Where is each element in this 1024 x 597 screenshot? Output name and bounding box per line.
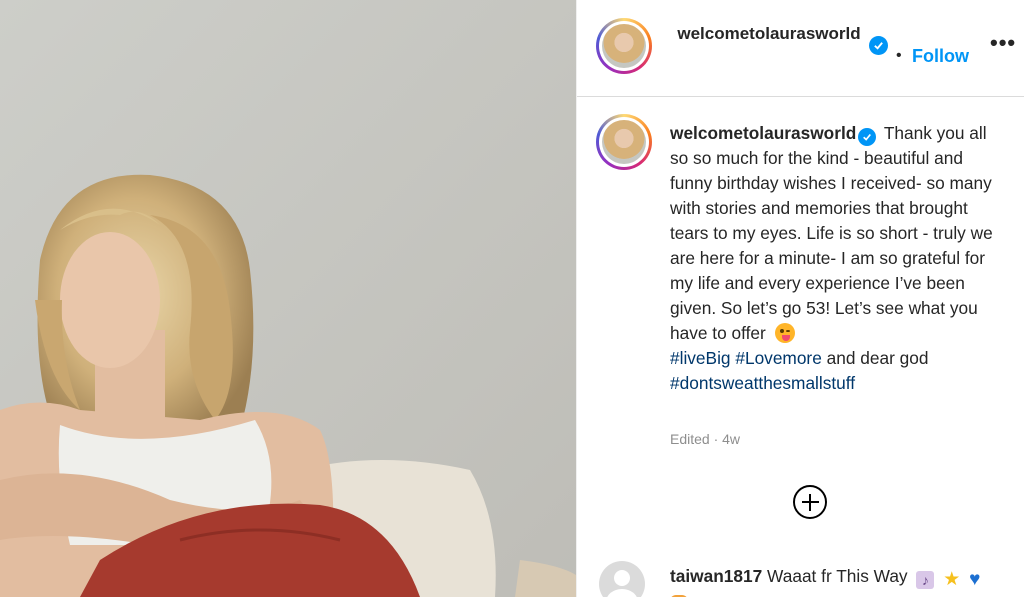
music-clef-emoji: ♪ <box>916 571 935 589</box>
comment-avatar[interactable] <box>599 561 645 597</box>
hashtag-dontsweatthesmallstuff[interactable]: #dontsweatthesmallstuff <box>670 373 855 393</box>
post-caption: welcometolaurasworld Thank you all so so… <box>670 121 1008 396</box>
avatar-image <box>602 24 646 68</box>
blue-heart-emoji: ♥ <box>969 569 981 590</box>
add-circle-icon[interactable] <box>793 485 827 519</box>
verified-badge-icon <box>869 36 888 55</box>
avatar-image <box>602 120 646 164</box>
follow-button[interactable]: Follow <box>912 46 969 67</box>
comment: taiwan1817 Waaat fr This Way ♪ ★ ♥ <box>670 564 1015 597</box>
hashtag-lovemore[interactable]: #Lovemore <box>735 348 821 368</box>
caption-mid-text: and dear god <box>826 348 929 368</box>
caption-username[interactable]: welcometolaurasworld <box>670 123 856 143</box>
post-photo <box>0 0 576 597</box>
post-meta: Edited · 4w <box>670 431 741 447</box>
star-emoji: ★ <box>943 569 961 590</box>
profile-avatar[interactable] <box>596 18 652 74</box>
comment-username[interactable]: taiwan1817 <box>670 566 762 586</box>
dot-separator: • <box>896 47 902 64</box>
photo-illustration <box>0 0 576 597</box>
post-header: welcometolaurasworld • Follow ••• <box>577 0 1024 97</box>
header-username[interactable]: welcometolaurasworld <box>673 22 865 46</box>
more-options-icon[interactable]: ••• <box>990 30 1016 56</box>
hashtag-livebig[interactable]: #liveBig <box>670 348 731 368</box>
caption-text: Thank you all so so much for the kind - … <box>670 123 993 343</box>
comment-text: Waaat fr This Way <box>767 566 908 586</box>
caption-avatar[interactable] <box>596 114 652 170</box>
post-side-panel: welcometolaurasworld • Follow ••• welcom… <box>576 0 1024 597</box>
verified-badge-icon <box>858 128 877 146</box>
zany-face-emoji <box>774 323 795 343</box>
